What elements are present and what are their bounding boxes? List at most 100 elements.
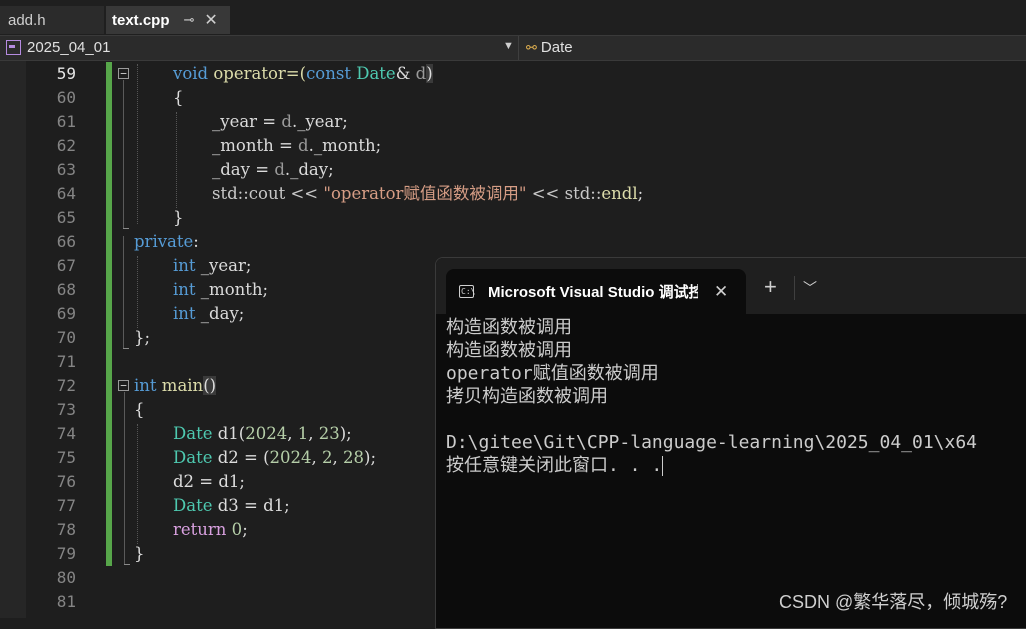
code-text: = — [273, 136, 299, 155]
console-line: 构造函数被调用 — [446, 317, 572, 338]
code-text: ; — [242, 520, 248, 539]
member: _month — [195, 280, 263, 299]
change-indicator-bar — [106, 62, 112, 566]
parameter: d — [274, 160, 285, 179]
line-number: 81 — [56, 592, 76, 611]
console-line: D:\gitee\Git\CPP-language-learning\2025_… — [446, 432, 978, 453]
line-number: 76 — [56, 472, 76, 491]
navigation-bar: 2025_04_01 ▼ ⚯ Date — [0, 35, 1026, 61]
console-titlebar: C:\ Microsoft Visual Studio 调试控制台 ✕ + ﹀ — [436, 258, 1026, 314]
console-line: 构造函数被调用 — [446, 340, 572, 361]
type-name: Date — [173, 448, 213, 467]
fold-guide — [123, 80, 124, 228]
keyword: int — [173, 280, 196, 299]
close-tab-icon[interactable]: ✕ — [204, 10, 217, 30]
line-number: 67 — [56, 256, 76, 275]
code-line-70: }; — [134, 328, 151, 347]
indent-guide — [137, 64, 138, 224]
class-name: Date — [540, 39, 573, 56]
indent-guide — [137, 424, 138, 544]
parameter: d — [281, 112, 292, 131]
console-line: 按任意键关闭此窗口. . . — [446, 455, 663, 476]
code-text: std::cout << — [212, 184, 324, 203]
parameter: d — [298, 136, 309, 155]
keyword: const — [306, 64, 351, 83]
code-text: ; — [245, 256, 252, 275]
type-name: Date — [173, 424, 213, 443]
code-text: d3 = d1; — [212, 496, 290, 515]
code-line-60: { — [173, 88, 184, 107]
member: _day — [212, 160, 250, 179]
document-tab-strip: add.h text.cpp ⊸ ✕ — [0, 0, 1026, 35]
member: _year — [212, 112, 258, 131]
code-line-74: Date d1(2024, 1, 23); — [173, 422, 352, 446]
watermark: CSDN @繁华落尽，倾城殇? — [779, 592, 1008, 612]
code-line-73: { — [134, 400, 145, 419]
code-line-59: void operator=(const Date& d) — [173, 62, 433, 86]
code-text: () — [203, 376, 217, 395]
function-name: operator=( — [213, 64, 307, 83]
chevron-down-icon[interactable]: ▼ — [503, 40, 514, 52]
line-number: 65 — [56, 208, 76, 227]
number-literal: 23 — [318, 424, 340, 443]
type-name: Date — [356, 64, 396, 83]
tab-label: text.cpp — [112, 11, 170, 29]
new-tab-button[interactable]: + — [764, 276, 777, 298]
line-number: 78 — [56, 520, 76, 539]
line-number: 74 — [56, 424, 76, 443]
code-line-66: private: — [134, 230, 199, 254]
line-number: 72 — [56, 376, 76, 395]
debug-console-window[interactable]: C:\ Microsoft Visual Studio 调试控制台 ✕ + ﹀ … — [435, 257, 1026, 629]
code-text: ; — [328, 160, 334, 179]
code-text: d2 = ( — [212, 448, 270, 467]
code-line-75: Date d2 = (2024, 2, 28); — [173, 446, 376, 470]
tab-add-h[interactable]: add.h — [0, 6, 104, 34]
keyword: int — [173, 304, 196, 323]
code-text: & — [395, 64, 416, 83]
code-line-77: Date d3 = d1; — [173, 494, 290, 518]
close-icon[interactable]: ✕ — [714, 282, 728, 302]
fold-guide — [123, 228, 129, 229]
line-number: 69 — [56, 304, 76, 323]
project-dropdown[interactable]: 2025_04_01 — [6, 39, 110, 56]
code-text: , — [311, 448, 323, 467]
collapse-icon[interactable]: − — [118, 380, 129, 391]
class-dropdown[interactable]: ⚯ Date — [526, 39, 573, 56]
console-tab[interactable]: C:\ Microsoft Visual Studio 调试控制台 ✕ — [446, 269, 746, 314]
line-number: 66 — [56, 232, 76, 251]
code-text: = — [249, 160, 275, 179]
code-line-64: std::cout << "operator赋值函数被调用" << std::e… — [212, 182, 643, 206]
collapse-icon[interactable]: − — [118, 68, 129, 79]
line-number: 60 — [56, 88, 76, 107]
code-text: ); — [364, 448, 377, 467]
function-name: main — [156, 376, 204, 395]
member: _month — [313, 136, 376, 155]
number-literal: 2 — [322, 448, 333, 467]
tab-label: add.h — [8, 11, 46, 29]
code-line-78: return 0; — [173, 518, 248, 542]
code-text: , — [287, 424, 298, 443]
code-line-79: } — [134, 544, 145, 563]
pin-icon[interactable]: ⊸ — [184, 12, 195, 28]
editor-margin — [0, 61, 26, 618]
code-text: d1( — [212, 424, 246, 443]
chevron-down-icon[interactable]: ﹀ — [803, 278, 817, 298]
code-line-65: } — [173, 208, 184, 227]
line-number: 73 — [56, 400, 76, 419]
divider — [794, 276, 795, 300]
code-line-63: _day = d._day; — [212, 158, 334, 182]
number-literal: 1 — [297, 424, 309, 443]
function-name: endl — [601, 184, 638, 203]
member: _month — [212, 136, 274, 155]
number-literal: 0 — [226, 520, 243, 539]
code-text: ; — [238, 304, 245, 323]
tab-text-cpp[interactable]: text.cpp ⊸ ✕ — [106, 6, 230, 34]
member: _year — [195, 256, 246, 275]
fold-guide — [124, 564, 130, 565]
code-text: ; — [342, 112, 348, 131]
type-name: Date — [173, 496, 213, 515]
console-title: Microsoft Visual Studio 调试控制台 — [488, 284, 698, 301]
code-text: : — [193, 232, 199, 251]
code-text: ; — [262, 280, 269, 299]
member: _year — [297, 112, 343, 131]
